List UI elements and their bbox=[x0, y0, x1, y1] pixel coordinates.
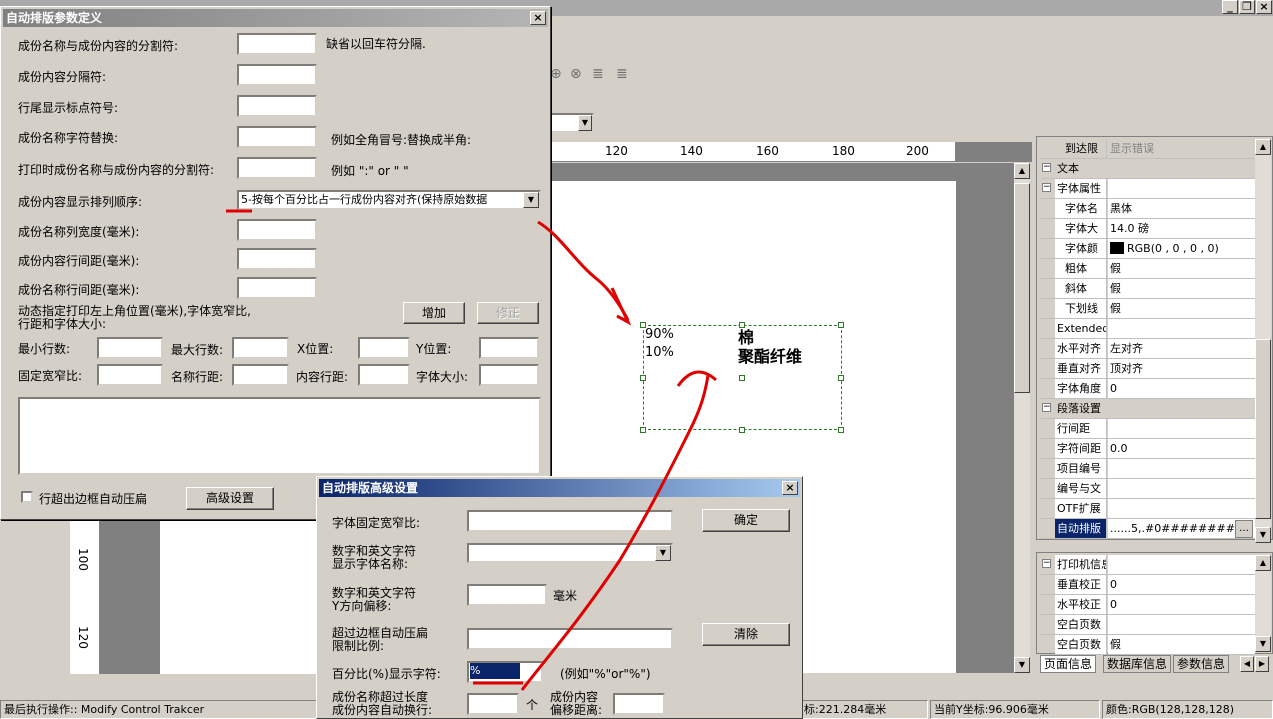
annotation-arrowhead bbox=[610, 287, 632, 326]
annotation-arrow bbox=[520, 374, 710, 691]
annotation-overlay bbox=[226, 209, 717, 691]
annotation-arrow bbox=[537, 220, 630, 321]
annotation-arrowhead bbox=[676, 370, 717, 387]
